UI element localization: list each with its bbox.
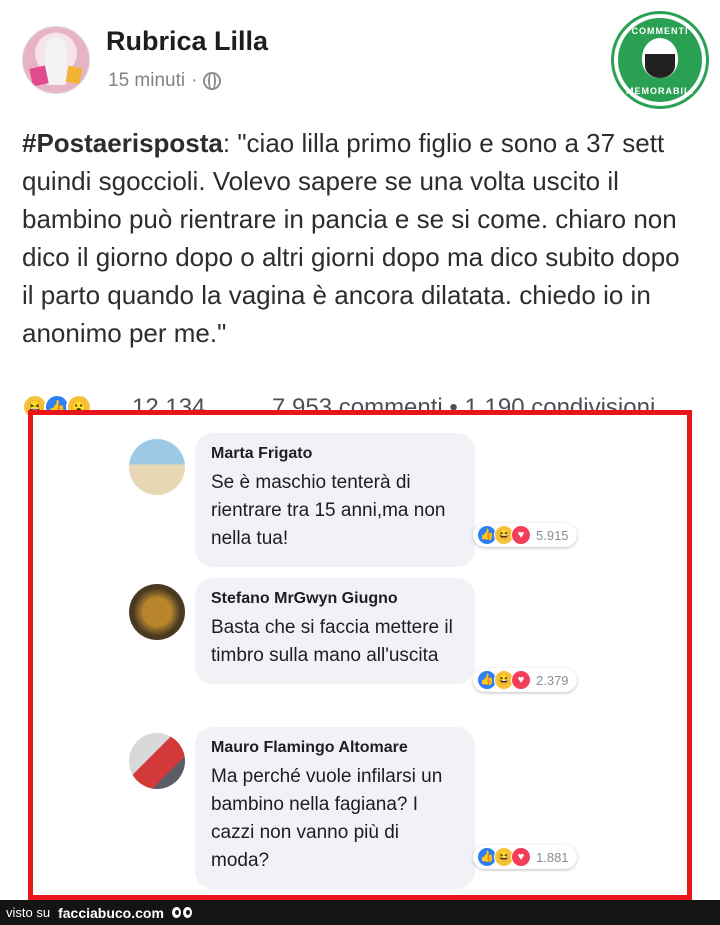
- comment-reaction-count: 5.915: [536, 527, 569, 543]
- comment-reactions[interactable]: 👍 😆 ♥ 1.881: [473, 845, 577, 869]
- commenter-avatar[interactable]: [129, 584, 185, 640]
- commenter-avatar[interactable]: [129, 733, 185, 789]
- love-icon: ♥: [511, 847, 531, 867]
- post-time[interactable]: 15 minuti: [108, 70, 185, 92]
- badge-top-text: COMMENTI: [631, 26, 689, 36]
- post-meta: 15 minuti ·: [108, 70, 222, 92]
- comment-reaction-count: 1.881: [536, 849, 569, 865]
- post-hashtag[interactable]: #Postaerisposta: [22, 128, 223, 158]
- comment-author[interactable]: Stefano MrGwyn Giugno: [211, 590, 459, 608]
- commenti-memorabili-logo: COMMENTI MEMORABILI: [614, 14, 706, 106]
- page-name[interactable]: Rubrica Lilla: [106, 26, 268, 57]
- comment-text: Basta che si faccia mettere il timbro su…: [211, 617, 453, 666]
- comment-reactions[interactable]: 👍 😆 ♥ 2.379: [473, 668, 577, 692]
- love-icon: ♥: [511, 670, 531, 690]
- comment-bubble: Stefano MrGwyn Giugno Basta che si facci…: [195, 578, 475, 684]
- comment-text: Ma perché vuole infilarsi un bambino nel…: [211, 766, 443, 871]
- eyes-icon: [171, 907, 192, 918]
- post-text: : "ciao lilla primo figlio e sono a 37 s…: [22, 128, 680, 348]
- globe-icon: [203, 72, 222, 90]
- comment-text: Se è maschio tenterà di rientrare tra 15…: [211, 472, 446, 549]
- comment-reactions[interactable]: 👍 😆 ♥ 5.915: [473, 523, 577, 547]
- comment-author[interactable]: Marta Frigato: [211, 445, 459, 463]
- commenter-avatar[interactable]: [129, 439, 185, 495]
- comment-reaction-count: 2.379: [536, 672, 569, 688]
- page-avatar[interactable]: [22, 26, 90, 94]
- post-body: #Postaerisposta: "ciao lilla primo figli…: [22, 124, 698, 352]
- meta-separator: ·: [191, 70, 198, 91]
- post-header: Rubrica Lilla 15 minuti · COMMENTI MEMOR…: [22, 14, 706, 106]
- badge-bottom-text: MEMORABILI: [626, 86, 694, 96]
- watermark-bar: visto su facciabuco.com: [0, 900, 720, 925]
- footer-prefix: visto su: [6, 905, 51, 920]
- comment-author[interactable]: Mauro Flamingo Altomare: [211, 739, 459, 757]
- footer-site[interactable]: facciabuco.com: [58, 905, 164, 921]
- highlight-frame: Marta Frigato Se è maschio tenterà di ri…: [28, 410, 692, 900]
- comment-bubble: Mauro Flamingo Altomare Ma perché vuole …: [195, 727, 475, 889]
- love-icon: ♥: [511, 525, 531, 545]
- comment-bubble: Marta Frigato Se è maschio tenterà di ri…: [195, 433, 475, 567]
